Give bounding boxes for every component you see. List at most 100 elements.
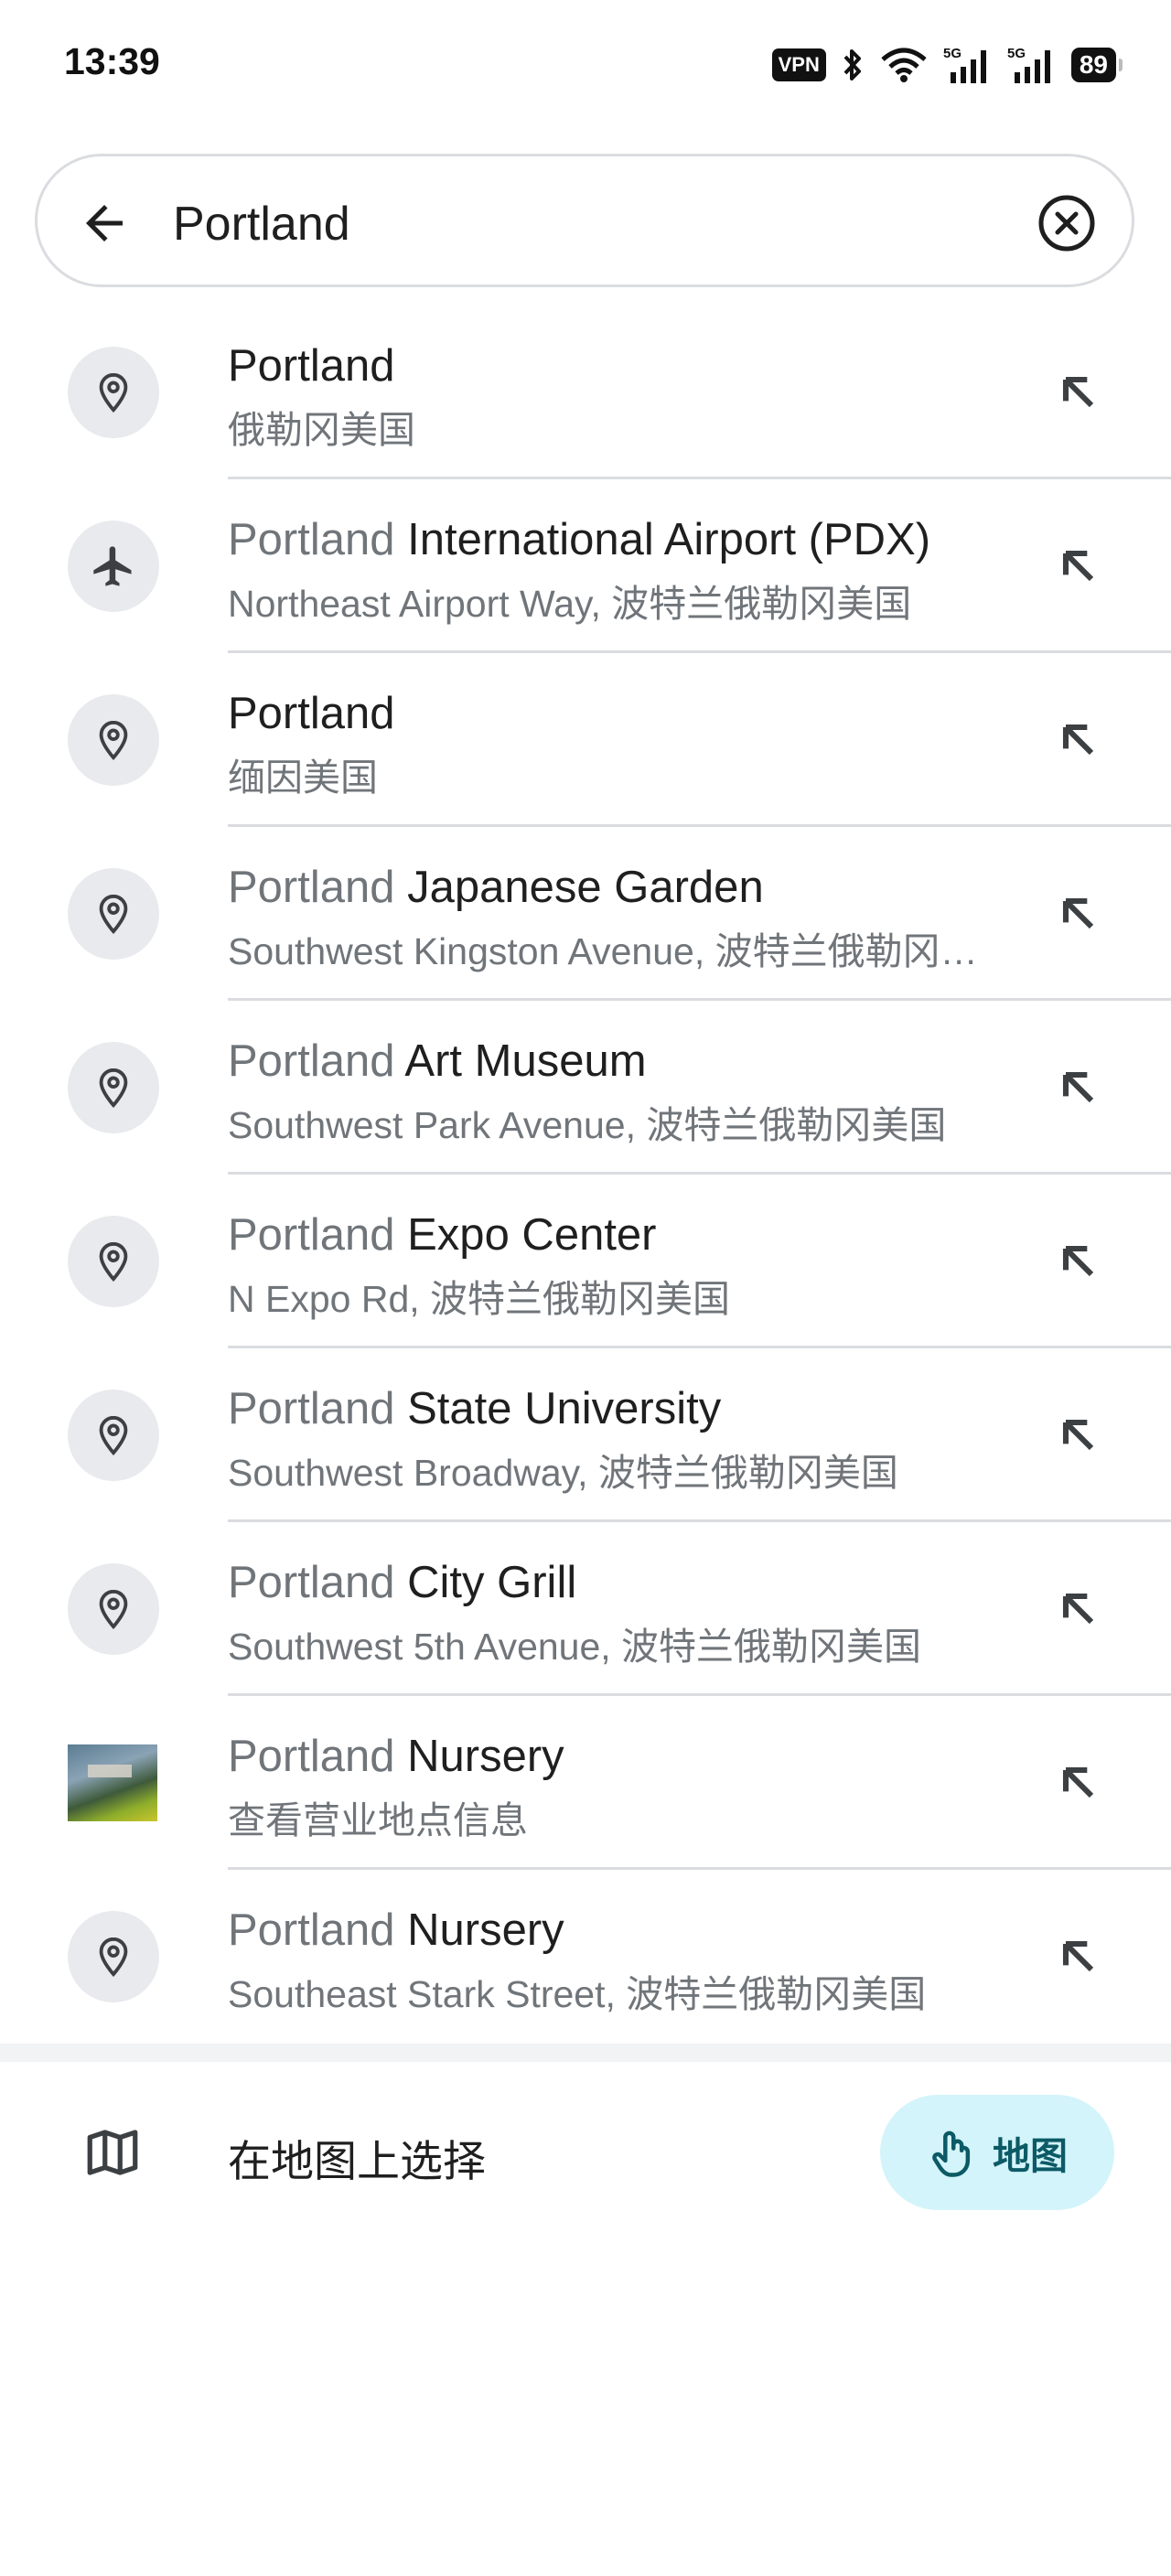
wifi-icon	[881, 48, 927, 82]
location-pin-icon	[68, 347, 159, 438]
arrow-up-left-icon	[1062, 550, 1094, 582]
location-pin-icon	[68, 1042, 159, 1133]
suggestion-subtitle: Southwest Broadway, 波特兰俄勒冈美国	[228, 1452, 898, 1494]
location-pin-icon	[68, 868, 159, 960]
suggestion-query-match: Portland	[228, 1210, 395, 1260]
suggestion-title-rest: Japanese Garden	[394, 863, 764, 912]
suggestion-title: Portland	[228, 688, 395, 739]
suggestion-query-match: Portland	[228, 1036, 395, 1086]
suggestion-subtitle: 查看营业地点信息	[228, 1799, 528, 1841]
choose-on-map-label: 在地图上选择	[228, 2137, 486, 2185]
suggestion-title-rest: Expo Center	[394, 1210, 657, 1260]
suggestion-title: Portland International Airport (PDX)	[228, 514, 930, 565]
arrow-up-left-icon	[1062, 897, 1094, 929]
arrow-up-left-icon	[1062, 1419, 1094, 1451]
suggestion-title: Portland Expo Center	[228, 1209, 657, 1261]
suggestion-query-match: Portland	[228, 1905, 395, 1955]
suggestion-title-rest: Art Museum	[394, 1036, 647, 1086]
fill-query-button[interactable]	[1050, 1059, 1107, 1116]
search-bar[interactable]: Portland	[35, 154, 1134, 287]
suggestion-subtitle: Southwest Park Avenue, 波特兰俄勒冈美国	[228, 1104, 947, 1146]
battery-indicator: 89	[1070, 48, 1123, 82]
location-pin-icon	[68, 1390, 159, 1481]
fill-query-button[interactable]	[1050, 1407, 1107, 1464]
signal-5g-icon: 5G	[1007, 46, 1050, 83]
touch-hand-icon	[932, 2131, 971, 2177]
fill-query-button[interactable]	[1050, 538, 1107, 595]
arrow-up-left-icon	[1062, 1071, 1094, 1103]
suggestion-title-rest: International Airport (PDX)	[394, 515, 931, 564]
section-separator	[0, 2044, 1171, 2062]
suggestion-row[interactable]: Portland 缅因美国	[0, 653, 1171, 827]
suggestion-title-rest: Nursery	[394, 1732, 564, 1781]
back-button[interactable]	[74, 193, 134, 253]
suggestion-row[interactable]: Portland Nursery Southeast Stark Street,…	[0, 1870, 1171, 2044]
choose-on-map-row[interactable]: 在地图上选择 地图	[0, 2062, 1171, 2245]
svg-text:5G: 5G	[943, 46, 962, 61]
suggestion-subtitle: 俄勒冈美国	[228, 409, 415, 451]
thumbnail-sign	[88, 1765, 132, 1777]
location-pin-icon	[68, 1216, 159, 1307]
suggestion-title-rest: Nursery	[394, 1905, 564, 1955]
suggestion-query-match: Portland	[228, 863, 395, 912]
fill-query-button[interactable]	[1050, 1581, 1107, 1637]
arrow-up-left-icon	[1062, 1766, 1094, 1798]
svg-text:5G: 5G	[1007, 46, 1026, 61]
suggestion-row[interactable]: Portland Nursery 查看营业地点信息	[0, 1696, 1171, 1870]
suggestion-subtitle: Southwest 5th Avenue, 波特兰俄勒冈美国	[228, 1626, 922, 1668]
fill-query-button[interactable]	[1050, 886, 1107, 942]
suggestion-title: Portland Nursery	[228, 1731, 564, 1782]
suggestion-list: Portland 俄勒冈美国 Portland International Ai…	[0, 306, 1171, 2044]
search-input[interactable]: Portland	[173, 197, 350, 252]
suggestion-query-match: Portland	[228, 1384, 395, 1433]
fill-query-button[interactable]	[1050, 1233, 1107, 1290]
place-thumbnail	[68, 1744, 157, 1821]
suggestion-subtitle: Northeast Airport Way, 波特兰俄勒冈美国	[228, 583, 912, 625]
location-pin-icon	[68, 694, 159, 786]
suggestion-title: Portland City Grill	[228, 1557, 576, 1608]
suggestion-row[interactable]: Portland City Grill Southwest 5th Avenue…	[0, 1522, 1171, 1696]
suggestion-title: Portland Art Museum	[228, 1036, 647, 1087]
arrow-up-left-icon	[1062, 1940, 1094, 1972]
suggestion-query-match: Portland	[228, 1732, 395, 1781]
suggestion-row[interactable]: Portland Art Museum Southwest Park Avenu…	[0, 1001, 1171, 1175]
fill-query-button[interactable]	[1050, 1755, 1107, 1811]
suggestion-subtitle: Southeast Stark Street, 波特兰俄勒冈美国	[228, 1973, 927, 2015]
clear-search-button[interactable]	[1037, 193, 1097, 253]
suggestion-title-rest: Portland	[228, 341, 395, 391]
signal-5g-icon: 5G	[943, 46, 986, 83]
suggestion-row[interactable]: Portland Japanese Garden Southwest Kings…	[0, 827, 1171, 1001]
suggestion-query-match: Portland	[228, 1558, 395, 1607]
suggestion-subtitle: Southwest Kingston Avenue, 波特兰俄勒冈美国	[228, 930, 1010, 972]
suggestion-row[interactable]: Portland State University Southwest Broa…	[0, 1348, 1171, 1522]
arrow-up-left-icon	[1062, 376, 1094, 408]
suggestion-subtitle: N Expo Rd, 波特兰俄勒冈美国	[228, 1278, 731, 1320]
suggestion-title: Portland State University	[228, 1383, 721, 1434]
arrow-left-icon	[86, 205, 123, 242]
map-button[interactable]: 地图	[880, 2095, 1114, 2210]
location-pin-icon	[68, 1911, 159, 2002]
map-icon	[87, 2130, 138, 2175]
suggestion-title: Portland	[228, 340, 395, 392]
suggestion-row[interactable]: Portland 俄勒冈美国	[0, 306, 1171, 479]
status-bar: 13:39 VPN 5G 5G 89	[0, 0, 1171, 128]
screen: 13:39 VPN 5G 5G 89 Portland Portland 俄勒冈…	[0, 0, 1171, 2576]
fill-query-button[interactable]	[1050, 712, 1107, 768]
suggestion-title-rest: City Grill	[394, 1558, 577, 1607]
bluetooth-icon	[843, 49, 861, 80]
suggestion-title-rest: State University	[394, 1384, 722, 1433]
airplane-icon	[68, 521, 159, 612]
suggestion-row[interactable]: Portland International Airport (PDX) Nor…	[0, 479, 1171, 653]
fill-query-button[interactable]	[1050, 1928, 1107, 1985]
arrow-up-left-icon	[1062, 1245, 1094, 1277]
suggestion-query-match: Portland	[228, 515, 395, 564]
suggestion-subtitle: 缅因美国	[228, 757, 378, 799]
vpn-badge: VPN	[771, 48, 826, 81]
status-icons: VPN 5G 5G 89	[771, 42, 1123, 88]
map-button-label: 地图	[993, 2135, 1068, 2177]
arrow-up-left-icon	[1062, 1593, 1094, 1625]
fill-query-button[interactable]	[1050, 364, 1107, 421]
suggestion-title: Portland Nursery	[228, 1905, 564, 1956]
arrow-up-left-icon	[1062, 724, 1094, 756]
suggestion-row[interactable]: Portland Expo Center N Expo Rd, 波特兰俄勒冈美国	[0, 1175, 1171, 1348]
